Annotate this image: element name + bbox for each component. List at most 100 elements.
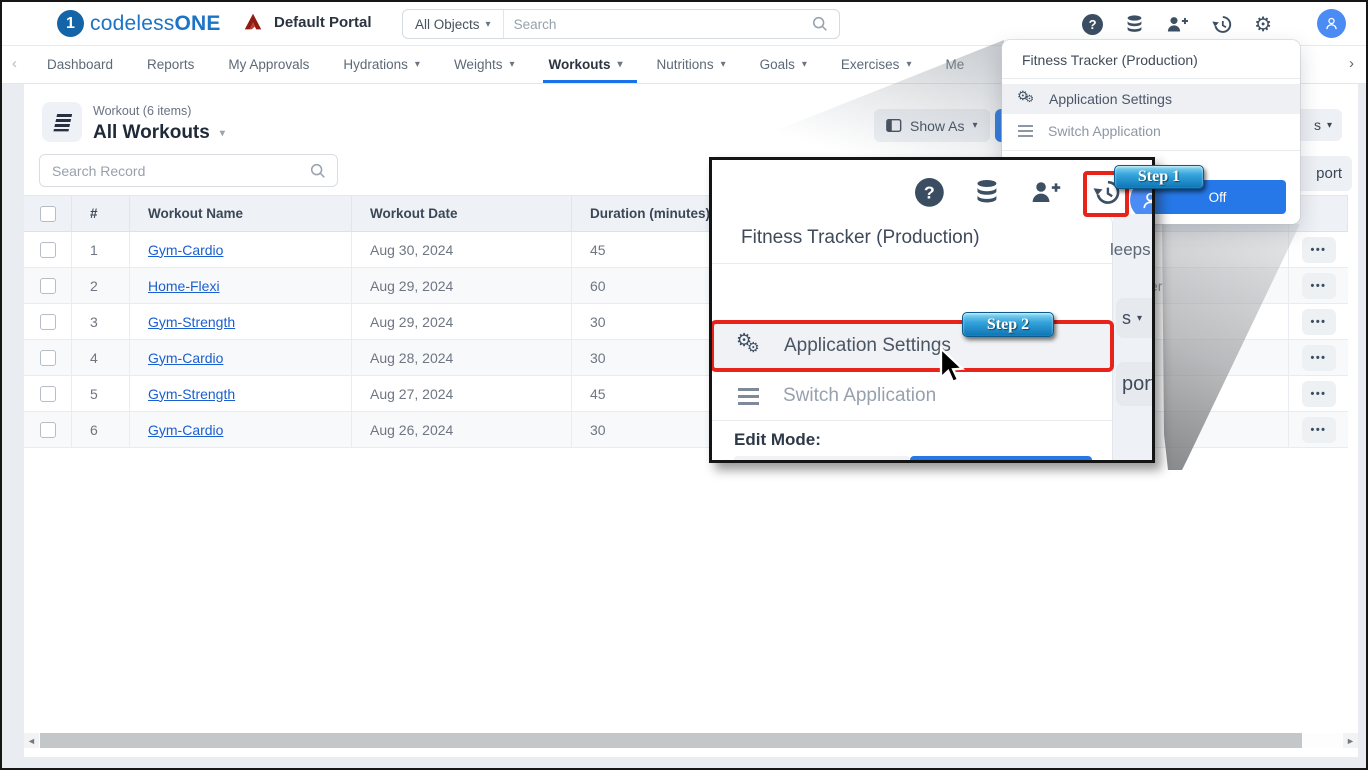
row-actions-button[interactable]: •••: [1301, 308, 1336, 335]
add-user-icon[interactable]: [1166, 14, 1189, 35]
workout-date: Aug 27, 2024: [352, 376, 572, 411]
nav-item-nutritions[interactable]: Nutritions ▾: [657, 46, 726, 83]
workout-date: Aug 30, 2024: [352, 232, 572, 267]
row-actions-button[interactable]: •••: [1301, 236, 1336, 263]
divider: [712, 263, 1112, 264]
workout-name-link[interactable]: Gym-Cardio: [148, 422, 223, 438]
view-title-dropdown[interactable]: All Workouts ▾: [93, 122, 225, 144]
row-actions-button[interactable]: •••: [1301, 416, 1336, 443]
switch-application-label: Switch Application: [783, 385, 937, 406]
app-logo[interactable]: 1 codelessONE: [57, 10, 221, 37]
magnified-background-strip: leeps s ▾ port: [1110, 214, 1155, 460]
menu-item-switch-application[interactable]: Switch Application: [1002, 116, 1300, 146]
chevron-down-icon: ▾: [414, 59, 420, 70]
row-index: 1: [72, 232, 130, 267]
nav-item-weights[interactable]: Weights ▾: [454, 46, 515, 83]
settings-gear-icon[interactable]: ⚙: [1254, 15, 1272, 35]
row-actions-button[interactable]: •••: [1301, 344, 1336, 371]
app-window: 1 codelessONE Default Portal All Objects…: [0, 0, 1368, 770]
database-icon[interactable]: [1125, 14, 1144, 35]
row-checkbox[interactable]: [39, 421, 56, 438]
help-icon: ?: [915, 178, 944, 207]
magnified-toolbar-button-fragment: s ▾: [1116, 298, 1152, 338]
global-search-group: All Objects ▾: [402, 9, 840, 39]
logo-text: codelessONE: [90, 12, 221, 36]
scroll-right-arrow-icon[interactable]: ►: [1343, 733, 1358, 748]
scrollbar-thumb[interactable]: [40, 733, 1302, 748]
nav-item-my-approvals[interactable]: My Approvals: [228, 46, 309, 83]
object-count-subtitle: Workout (6 items): [93, 104, 192, 118]
chevron-down-icon: ▾: [801, 59, 807, 70]
row-checkbox[interactable]: [39, 241, 56, 258]
edit-mode-on-button[interactable]: On: [734, 456, 910, 460]
row-index: 6: [72, 412, 130, 447]
nav-item-goals[interactable]: Goals ▾: [760, 46, 807, 83]
workout-name-link[interactable]: Gym-Strength: [148, 314, 235, 330]
chevron-down-icon: ▾: [617, 59, 623, 70]
workout-name-link[interactable]: Gym-Cardio: [148, 350, 223, 366]
nav-item-dashboard[interactable]: Dashboard: [47, 46, 113, 83]
workout-date: Aug 26, 2024: [352, 412, 572, 447]
row-checkbox[interactable]: [39, 385, 56, 402]
row-index: 2: [72, 268, 130, 303]
nav-item-hydrations[interactable]: Hydrations ▾: [343, 46, 420, 83]
col-header-date[interactable]: Workout Date: [352, 196, 572, 231]
nav-item-exercises[interactable]: Exercises ▾: [841, 46, 912, 83]
row-index: 3: [72, 304, 130, 339]
row-checkbox[interactable]: [39, 277, 56, 294]
logo-text-bold: ONE: [174, 11, 221, 35]
scroll-left-arrow-icon[interactable]: ◄: [24, 733, 39, 748]
col-header-index[interactable]: #: [72, 196, 130, 231]
portal-switcher[interactable]: Default Portal: [242, 11, 372, 33]
switch-application-label: Switch Application: [1048, 123, 1161, 139]
record-search-input[interactable]: [40, 162, 309, 179]
magnified-export-button-fragment: port: [1116, 362, 1155, 406]
nav-item-label: Reports: [147, 57, 195, 72]
nav-item-reports[interactable]: Reports: [147, 46, 194, 83]
user-avatar[interactable]: [1317, 9, 1346, 38]
menu-item-application-settings[interactable]: Application Settings: [1002, 84, 1300, 114]
application-name: Fitness Tracker (Production): [741, 227, 980, 248]
edit-mode-label: Edit Mode:: [734, 430, 821, 449]
row-checkbox[interactable]: [39, 313, 56, 330]
nav-item-me[interactable]: Me: [945, 46, 964, 83]
help-icon[interactable]: ?: [1082, 14, 1104, 35]
row-actions-button[interactable]: •••: [1301, 272, 1336, 299]
chevron-down-icon: ▾: [485, 18, 491, 30]
history-icon[interactable]: [1211, 14, 1232, 35]
horizontal-scrollbar[interactable]: ◄ ►: [24, 733, 1358, 748]
col-header-name[interactable]: Workout Name: [130, 196, 352, 231]
nav-item-label: Hydrations: [343, 57, 408, 72]
zoom-callout-panel: ? ⚙: [709, 157, 1155, 463]
magnified-nav-fragment: leeps: [1110, 240, 1151, 259]
nav-item-workouts[interactable]: Workouts ▾: [542, 46, 637, 83]
add-user-icon: [1032, 182, 1061, 202]
switch-application-icon: [738, 387, 759, 405]
global-search-input[interactable]: [503, 16, 811, 32]
search-scope-select[interactable]: All Objects ▾: [403, 10, 504, 38]
workout-name-link[interactable]: Home-Flexi: [148, 278, 220, 294]
workout-name-link[interactable]: Gym-Strength: [148, 386, 235, 402]
row-index: 4: [72, 340, 130, 375]
edit-mode-off-button[interactable]: Off: [910, 456, 1092, 460]
switch-application-icon: [1018, 125, 1033, 137]
portal-name: Default Portal: [274, 13, 372, 31]
select-all-checkbox[interactable]: [39, 205, 56, 222]
workout-date: Aug 28, 2024: [352, 340, 572, 375]
toolbar-button-fragment: s: [1313, 117, 1321, 133]
workout-name-link[interactable]: Gym-Cardio: [148, 242, 223, 258]
portal-logo-icon: [244, 13, 262, 30]
nav-item-label: Exercises: [840, 57, 900, 72]
nav-scroll-left-icon[interactable]: ‹: [12, 55, 17, 72]
row-checkbox[interactable]: [39, 349, 56, 366]
fragment-text: port: [1122, 372, 1155, 395]
divider: [1002, 78, 1300, 79]
search-scope-value: All Objects: [415, 16, 480, 32]
row-actions-button[interactable]: •••: [1301, 380, 1336, 407]
menu-item-switch-application[interactable]: Switch Application: [712, 374, 1112, 418]
nav-scroll-right-icon[interactable]: ›: [1349, 55, 1354, 72]
export-button-fragment: port: [1316, 165, 1342, 182]
nav-item-label: Goals: [759, 57, 795, 72]
application-name: Fitness Tracker (Production): [1022, 52, 1198, 68]
show-as-button[interactable]: Show As ▾: [874, 109, 990, 142]
